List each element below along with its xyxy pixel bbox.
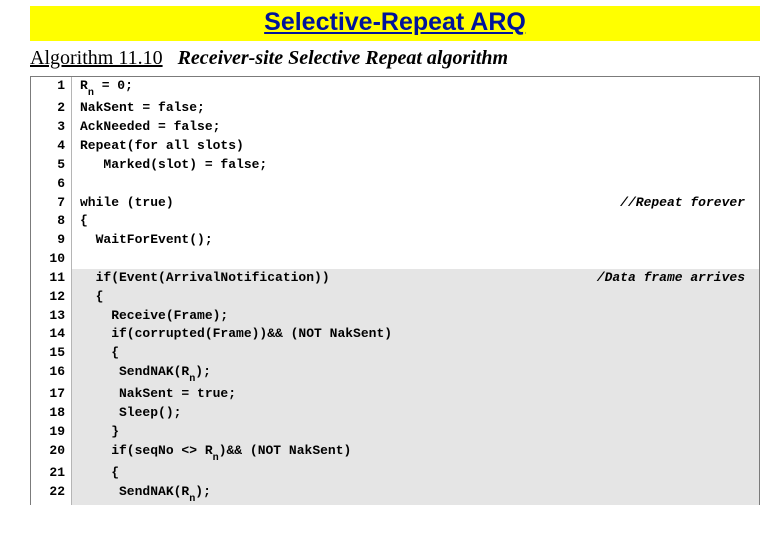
code-line: 18 Sleep(); [31,404,759,423]
line-number: 17 [31,385,72,404]
line-number: 2 [31,99,72,118]
code-content: Rn = 0; [72,77,759,99]
code-text: NakSent = true; [80,385,236,404]
code-content: if(Event(ArrivalNotification)) /Data fram… [72,269,759,288]
line-number: 18 [31,404,72,423]
code-text: Sleep(); [80,404,181,423]
code-text: { [80,288,103,307]
code-text: } [80,423,119,442]
line-number: 21 [31,464,72,483]
code-line: 10 [31,250,759,269]
code-line: 6 [31,175,759,194]
code-line: 15 { [31,344,759,363]
line-number: 9 [31,231,72,250]
code-listing: 1 Rn = 0; 2 NakSent = false; 3 AckNeeded = fa… [30,76,760,505]
code-text: Marked(slot) = false; [80,156,267,175]
line-number: 8 [31,212,72,231]
algorithm-number: Algorithm 11.10 [30,47,163,69]
code-line: 8{ [31,212,759,231]
code-line: 20 if(seqNo <> Rn)&& (NOT NakSent) [31,442,759,464]
code-line: 13 Receive(Frame); [31,307,759,326]
code-line: 5 Marked(slot) = false; [31,156,759,175]
code-text: Repeat(for all slots) [80,137,244,156]
code-content: SendNAK(Rn); [72,483,759,505]
code-content: while (true) //Repeat forever [72,194,759,213]
code-content [72,175,759,194]
code-comment: /Data frame arrives [597,269,749,288]
algorithm-heading: Algorithm 11.10 Receiver-site Selective … [30,47,760,70]
code-text: AckNeeded = false; [80,118,220,137]
code-content: NakSent = false; [72,99,759,118]
code-line: 19 } [31,423,759,442]
code-line: 17 NakSent = true; [31,385,759,404]
line-number: 3 [31,118,72,137]
line-number: 12 [31,288,72,307]
code-line: 3 AckNeeded = false; [31,118,759,137]
line-number: 6 [31,175,72,194]
code-content: } [72,423,759,442]
code-line: 14 if(corrupted(Frame))&& (NOT NakSent) [31,325,759,344]
code-line: 11 if(Event(ArrivalNotification)) /Data f… [31,269,759,288]
code-line: 1 Rn = 0; [31,77,759,99]
code-content: Receive(Frame); [72,307,759,326]
code-text: { [80,344,119,363]
page-title: Selective-Repeat ARQ [30,8,760,37]
code-content: { [72,464,759,483]
line-number: 5 [31,156,72,175]
line-number: 20 [31,442,72,464]
code-line: 22 SendNAK(Rn); [31,483,759,505]
line-number: 22 [31,483,72,505]
code-line: 21 { [31,464,759,483]
code-text: { [80,464,119,483]
code-content: AckNeeded = false; [72,118,759,137]
line-number: 14 [31,325,72,344]
line-number: 16 [31,363,72,385]
code-content: if(corrupted(Frame))&& (NOT NakSent) [72,325,759,344]
page: Selective-Repeat ARQ Algorithm 11.10 Rec… [0,0,780,505]
code-content: Repeat(for all slots) [72,137,759,156]
line-number: 4 [31,137,72,156]
code-content: if(seqNo <> Rn)&& (NOT NakSent) [72,442,759,464]
line-number: 10 [31,250,72,269]
line-number: 19 [31,423,72,442]
code-text: { [80,212,88,231]
code-comment: //Repeat forever [620,194,749,213]
code-text: if(Event(ArrivalNotification)) [80,269,330,288]
code-text: WaitForEvent(); [80,231,213,250]
code-content: WaitForEvent(); [72,231,759,250]
code-text: if(corrupted(Frame))&& (NOT NakSent) [80,325,392,344]
code-line: 4 Repeat(for all slots) [31,137,759,156]
code-line: 2 NakSent = false; [31,99,759,118]
code-text: NakSent = false; [80,99,205,118]
code-content: NakSent = true; [72,385,759,404]
algorithm-title: Receiver-site Selective Repeat algorithm [178,47,508,69]
code-text: if(seqNo <> Rn)&& (NOT NakSent) [80,442,351,464]
code-line: 7 while (true) //Repeat forever [31,194,759,213]
line-number: 15 [31,344,72,363]
code-text: SendNAK(Rn); [80,483,211,505]
line-number: 1 [31,77,72,99]
line-number: 13 [31,307,72,326]
code-content: { [72,344,759,363]
code-text: while (true) [80,194,174,213]
code-line: 9 WaitForEvent(); [31,231,759,250]
code-text: SendNAK(Rn); [80,363,211,385]
code-text: Rn = 0; [80,77,133,99]
code-content: Marked(slot) = false; [72,156,759,175]
code-text: Receive(Frame); [80,307,228,326]
code-line: 12 { [31,288,759,307]
code-content: { [72,288,759,307]
code-content: SendNAK(Rn); [72,363,759,385]
line-number: 7 [31,194,72,213]
code-content [72,250,759,269]
code-line: 16 SendNAK(Rn); [31,363,759,385]
code-content: Sleep(); [72,404,759,423]
code-content: { [72,212,759,231]
line-number: 11 [31,269,72,288]
title-banner: Selective-Repeat ARQ [30,6,760,41]
